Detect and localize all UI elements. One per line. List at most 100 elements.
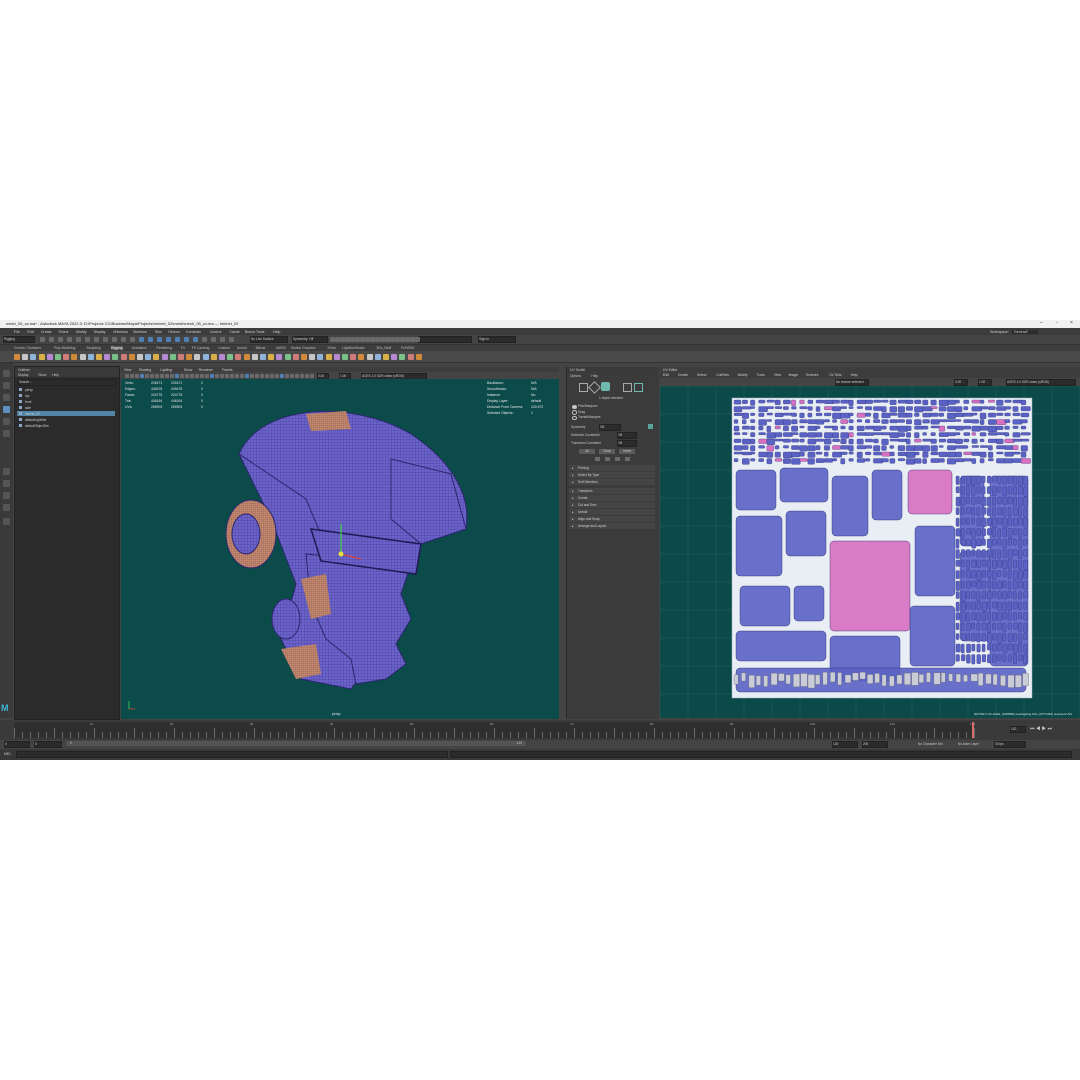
status-line-icon[interactable] [121, 336, 126, 342]
selection-constraint-select[interactable]: Off [617, 432, 637, 439]
uv-edge-icon[interactable] [623, 383, 632, 392]
mel-label[interactable]: MEL [4, 752, 11, 756]
section-arrange-and-layout[interactable]: ▸ Arrange and Layout [569, 523, 655, 529]
viewport-tool-icon[interactable] [300, 373, 304, 378]
shelf-tool-icon[interactable] [292, 353, 299, 360]
shelf-tool-icon[interactable] [342, 353, 348, 360]
menu-help[interactable]: Help [273, 330, 280, 334]
shelf-tool-icon[interactable] [137, 353, 143, 360]
shelf-tool-icon[interactable] [38, 353, 45, 360]
shelf-tab[interactable]: FX Caching [192, 346, 210, 350]
viewport-tool-icon[interactable] [230, 373, 234, 378]
shelf-tool-icon[interactable] [210, 353, 217, 360]
uv-menu-cut-sew[interactable]: Cut/Sew [716, 373, 729, 377]
transform-constraint-select[interactable]: Off [617, 440, 637, 447]
menu-bonus-tools[interactable]: Bonus Tools [245, 330, 265, 334]
lasso-tool-icon[interactable] [3, 382, 10, 389]
shelf-tab[interactable]: Sculpting [87, 346, 101, 350]
shelf-tool-icon[interactable] [169, 353, 176, 360]
uv-mode-icon[interactable] [601, 382, 610, 391]
shelf-tool-icon[interactable] [30, 353, 37, 360]
shelf-tab[interactable]: Curves / Surfaces [14, 346, 41, 350]
uv-gamma-field[interactable]: 1.00 [978, 379, 992, 386]
rotate-tool-icon[interactable] [3, 418, 10, 425]
shelf-tool-icon[interactable] [366, 353, 373, 360]
shelf-tool-icon[interactable] [87, 353, 94, 360]
uv-shell-icon[interactable] [588, 381, 601, 394]
viewport-tool-icon[interactable] [235, 373, 239, 378]
paint-select-icon[interactable] [3, 394, 10, 401]
status-line-icon[interactable] [220, 336, 225, 342]
status-line-icon[interactable] [148, 336, 153, 342]
uv-toolkit-menu-help[interactable]: Help [591, 374, 598, 378]
shelf-tool-icon[interactable] [358, 353, 365, 360]
uv-selection-tool-icon[interactable] [595, 457, 600, 461]
menu-create[interactable]: Create [41, 330, 52, 334]
status-line-icon[interactable] [130, 336, 135, 342]
status-line-icon[interactable] [85, 336, 90, 342]
status-line-icon[interactable] [193, 336, 198, 342]
shelf-tab[interactable]: Arnold [237, 346, 247, 350]
viewport-menu-show[interactable]: Show [184, 368, 192, 372]
select-tool-icon[interactable] [3, 370, 10, 377]
uv-menu-help[interactable]: Help [851, 373, 858, 377]
viewport-tool-icon[interactable] [310, 373, 314, 378]
viewport-tool-icon[interactable] [145, 373, 149, 378]
viewport-tool-icon[interactable] [205, 373, 209, 378]
shelf-tool-icon[interactable] [219, 353, 225, 360]
shelf-tool-icon[interactable] [325, 353, 332, 360]
shelf-tab[interactable]: FUNSSK [401, 346, 415, 350]
shelf-tool-icon[interactable] [186, 353, 193, 360]
outliner-menu-help[interactable]: Help [52, 373, 59, 377]
viewport-tool-icon[interactable] [240, 373, 244, 378]
gizmo-center[interactable] [338, 551, 344, 557]
uv-selection-tool-icon[interactable] [625, 457, 630, 461]
viewport-tool-icon[interactable] [170, 373, 174, 378]
shelf-tool-icon[interactable] [63, 353, 70, 360]
viewport-tool-icon[interactable] [225, 373, 229, 378]
menu-skin[interactable]: Skin [155, 330, 162, 334]
status-line-icon[interactable] [76, 336, 81, 342]
shelf-tool-icon[interactable] [128, 353, 135, 360]
option-radio[interactable] [572, 404, 577, 410]
outliner-item[interactable]: defaultObjectSet [17, 423, 115, 428]
outliner-item[interactable]: helmet_02 [17, 411, 115, 416]
viewport-tool-icon[interactable] [125, 373, 129, 378]
status-line-icon[interactable] [415, 336, 420, 342]
viewport-tool-icon[interactable] [150, 373, 154, 378]
viewport-tool-icon[interactable] [305, 373, 309, 378]
playback-start-field[interactable]: 0 [34, 741, 62, 748]
menu-constrain[interactable]: Constrain [186, 330, 201, 334]
viewport-tool-icon[interactable] [135, 373, 139, 378]
shelf-tab[interactable]: Motion Graphics [291, 346, 316, 350]
mode-select[interactable]: Rigging [3, 336, 35, 343]
shelf-tool-icon[interactable] [96, 353, 102, 360]
section-pinning[interactable]: ▸ Pinning [569, 465, 655, 471]
outliner-item[interactable]: persp [17, 387, 115, 392]
3d-viewport[interactable]: Verts: 226471 226471 0 Edges: 449478 449478 0 Fa… [121, 379, 559, 719]
viewport-tool-icon[interactable] [215, 373, 219, 378]
viewport-tool-icon[interactable] [190, 373, 194, 378]
viewport-tool-icon[interactable] [185, 373, 189, 378]
status-line-icon[interactable] [175, 336, 180, 342]
playback-end-field[interactable]: 120 [832, 741, 858, 748]
viewport-tool-icon[interactable] [140, 373, 144, 378]
section-select-by-type[interactable]: ▸ Select By Type [569, 472, 655, 478]
viewport-tool-icon[interactable] [265, 373, 269, 378]
sign-in-button[interactable]: Sign In [478, 336, 516, 343]
viewport-tool-icon[interactable] [130, 373, 134, 378]
status-line-icon[interactable] [67, 336, 72, 342]
mel-input[interactable] [16, 751, 448, 758]
menu-select[interactable]: Select [58, 330, 68, 334]
uv-toolkit-menu-options[interactable]: Options [570, 374, 581, 378]
maximize-icon[interactable]: ▫ [1056, 320, 1058, 326]
menu-file[interactable]: File [14, 330, 20, 334]
uv-face-icon[interactable] [634, 383, 643, 392]
status-line-icon[interactable] [157, 336, 162, 342]
uv-menu-create[interactable]: Create [678, 373, 688, 377]
uv-menu-select[interactable]: Select [697, 373, 706, 377]
shelf-tool-icon[interactable] [235, 353, 242, 360]
shelf-tab[interactable]: Rendering [156, 346, 172, 350]
uv-menu-modify[interactable]: Modify [738, 373, 748, 377]
viewport-tool-icon[interactable] [160, 373, 164, 378]
